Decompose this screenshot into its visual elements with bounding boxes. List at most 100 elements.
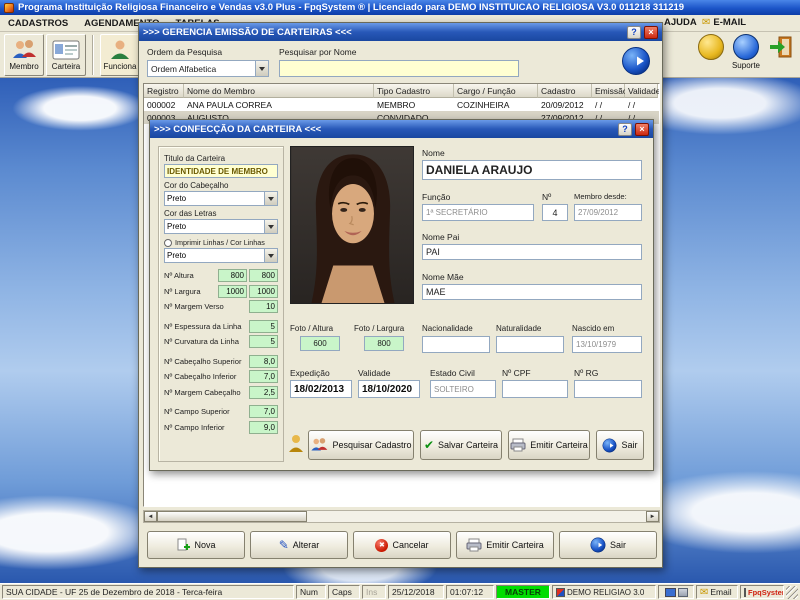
resize-grip[interactable]: [786, 586, 798, 599]
param-input[interactable]: 800: [218, 269, 247, 282]
nome-mae-label: Nome Mãe: [422, 272, 464, 282]
status-date: 25/12/2018: [388, 585, 444, 599]
check-icon: ✔: [423, 438, 435, 452]
scroll-thumb[interactable]: [157, 511, 307, 522]
menu-ajuda[interactable]: AJUDA: [664, 17, 697, 28]
validade-input[interactable]: 18/10/2020: [358, 380, 420, 398]
funcao-input[interactable]: 1ª SECRETÁRIO: [422, 204, 534, 221]
param-input[interactable]: 8,0: [249, 354, 278, 368]
param-input[interactable]: 1000: [218, 284, 247, 298]
nome-label: Nome: [422, 148, 445, 158]
status-app-name: DEMO RELIGIAO 3.0: [552, 585, 656, 599]
coin-icon[interactable]: [697, 34, 724, 60]
foto-largura-input[interactable]: 800: [364, 336, 404, 351]
param-input[interactable]: 2,5: [249, 385, 278, 399]
param-input[interactable]: 5: [249, 319, 278, 333]
printer-icon: [677, 587, 688, 597]
radio-button[interactable]: [164, 238, 172, 247]
toolbar-funcionario-button[interactable]: Funciona: [100, 34, 140, 76]
numero-label: Nº: [542, 192, 552, 202]
cpf-label: Nº CPF: [502, 368, 531, 378]
cancelar-button[interactable]: ✖ Cancelar: [353, 531, 451, 559]
estado-civil-input[interactable]: SOLTEIRO: [430, 380, 496, 398]
sair-button[interactable]: Sair: [596, 430, 644, 460]
toolbar-membro-button[interactable]: Membro: [4, 34, 44, 76]
status-brand: FpqSystem: [740, 585, 784, 599]
table-row[interactable]: 000002 ANA PAULA CORREA MEMBRO COZINHEIR…: [144, 98, 659, 111]
cpf-input[interactable]: [502, 380, 568, 398]
nascido-em-input[interactable]: 13/10/1979: [572, 336, 642, 353]
foto-altura-input[interactable]: 600: [300, 336, 340, 351]
confeccao-title: >>> CONFECÇÃO DA CARTEIRA <<<: [154, 123, 322, 135]
alterar-button[interactable]: ✎ Alterar: [250, 531, 348, 559]
window-title: Programa Instituição Religiosa Financeir…: [18, 2, 685, 13]
members-icon: [13, 40, 36, 58]
order-label: Ordem da Pesquisa: [147, 47, 223, 57]
nome-input[interactable]: DANIELA ARAUJO: [422, 160, 642, 180]
param-input[interactable]: 10: [249, 300, 278, 313]
param-input[interactable]: 7,0: [249, 405, 278, 418]
membro-desde-input[interactable]: 27/09/2012: [574, 204, 642, 221]
param-input[interactable]: 1000: [249, 284, 278, 298]
nome-mae-input[interactable]: MAE: [422, 284, 642, 300]
cor-letras-label: Cor das Letras: [164, 209, 217, 218]
toolbar-suporte-button[interactable]: Suporte: [732, 34, 760, 70]
id-card-icon: [52, 40, 80, 60]
cor-cabecalho-select[interactable]: Preto: [164, 191, 278, 206]
chevron-down-icon: [264, 192, 277, 205]
param-input[interactable]: 5: [249, 335, 278, 348]
rg-input[interactable]: [574, 380, 642, 398]
status-user-badge: MASTER: [496, 585, 550, 599]
scroll-left-button[interactable]: ◄: [144, 511, 157, 522]
nova-button[interactable]: Nova: [147, 531, 245, 559]
member-photo: [290, 146, 414, 304]
order-select[interactable]: Ordem Alfabetica: [147, 60, 269, 77]
person-icon: [111, 40, 129, 59]
cor-cabecalho-label: Cor do Cabeçalho: [164, 181, 229, 190]
param-input[interactable]: 7,0: [249, 370, 278, 383]
scroll-right-button[interactable]: ►: [646, 511, 659, 522]
cor-linhas-select[interactable]: Preto: [164, 248, 278, 263]
param-row: Nº Campo Superior 7,0: [164, 405, 278, 419]
titulo-input[interactable]: IDENTIDADE DE MEMBRO: [164, 164, 278, 178]
cancel-icon: ✖: [375, 538, 389, 552]
sair-button[interactable]: Sair: [559, 531, 657, 559]
toolbar-separator: [92, 35, 94, 75]
help-button[interactable]: ?: [627, 25, 641, 39]
foto-altura-label: Foto / Altura: [290, 324, 334, 333]
printer-icon: [466, 538, 482, 552]
status-device-panel[interactable]: [658, 585, 694, 599]
nome-pai-input[interactable]: PAI: [422, 244, 642, 260]
exit-icon[interactable]: [768, 34, 794, 60]
menu-email[interactable]: ✉ E-MAIL: [702, 17, 746, 28]
param-row: Nº Margem Cabeçalho 2,5: [164, 385, 278, 399]
horizontal-scrollbar[interactable]: ◄ ►: [143, 510, 660, 523]
status-email[interactable]: ✉ Email: [696, 585, 738, 599]
chevron-down-icon: [255, 61, 268, 76]
mail-icon: ✉: [702, 17, 711, 28]
pesquisar-cadastro-button[interactable]: Pesquisar Cadastro: [308, 430, 414, 460]
gerencia-titlebar[interactable]: >>> GERENCIA EMISSÃO DE CARTEIRAS <<< ? …: [139, 23, 662, 41]
emitir-carteira-button[interactable]: Emitir Carteira: [508, 430, 590, 460]
close-button[interactable]: ×: [635, 122, 649, 136]
emitir-carteira-button[interactable]: Emitir Carteira: [456, 531, 554, 559]
search-input[interactable]: [279, 60, 519, 77]
numero-input[interactable]: 4: [542, 204, 568, 221]
naturalidade-input[interactable]: [496, 336, 564, 353]
expedicao-label: Expedição: [290, 368, 330, 378]
toolbar-carteira-button[interactable]: Carteira: [46, 34, 86, 76]
search-go-button[interactable]: [621, 46, 651, 76]
salvar-carteira-button[interactable]: ✔ Salvar Carteira: [420, 430, 502, 460]
nome-pai-label: Nome Pai: [422, 232, 460, 242]
edit-icon: ✎: [278, 538, 289, 552]
expedicao-input[interactable]: 18/02/2013: [290, 380, 352, 398]
nacionalidade-input[interactable]: [422, 336, 490, 353]
help-button[interactable]: ?: [618, 122, 632, 136]
cor-letras-select[interactable]: Preto: [164, 219, 278, 234]
param-input[interactable]: 9,0: [249, 420, 278, 434]
confeccao-titlebar[interactable]: >>> CONFECÇÃO DA CARTEIRA <<< ? ×: [150, 120, 653, 138]
menu-cadastros[interactable]: CADASTROS: [8, 18, 68, 29]
close-button[interactable]: ×: [644, 25, 658, 39]
param-input[interactable]: 800: [249, 269, 278, 282]
portrait-image: [291, 147, 413, 303]
